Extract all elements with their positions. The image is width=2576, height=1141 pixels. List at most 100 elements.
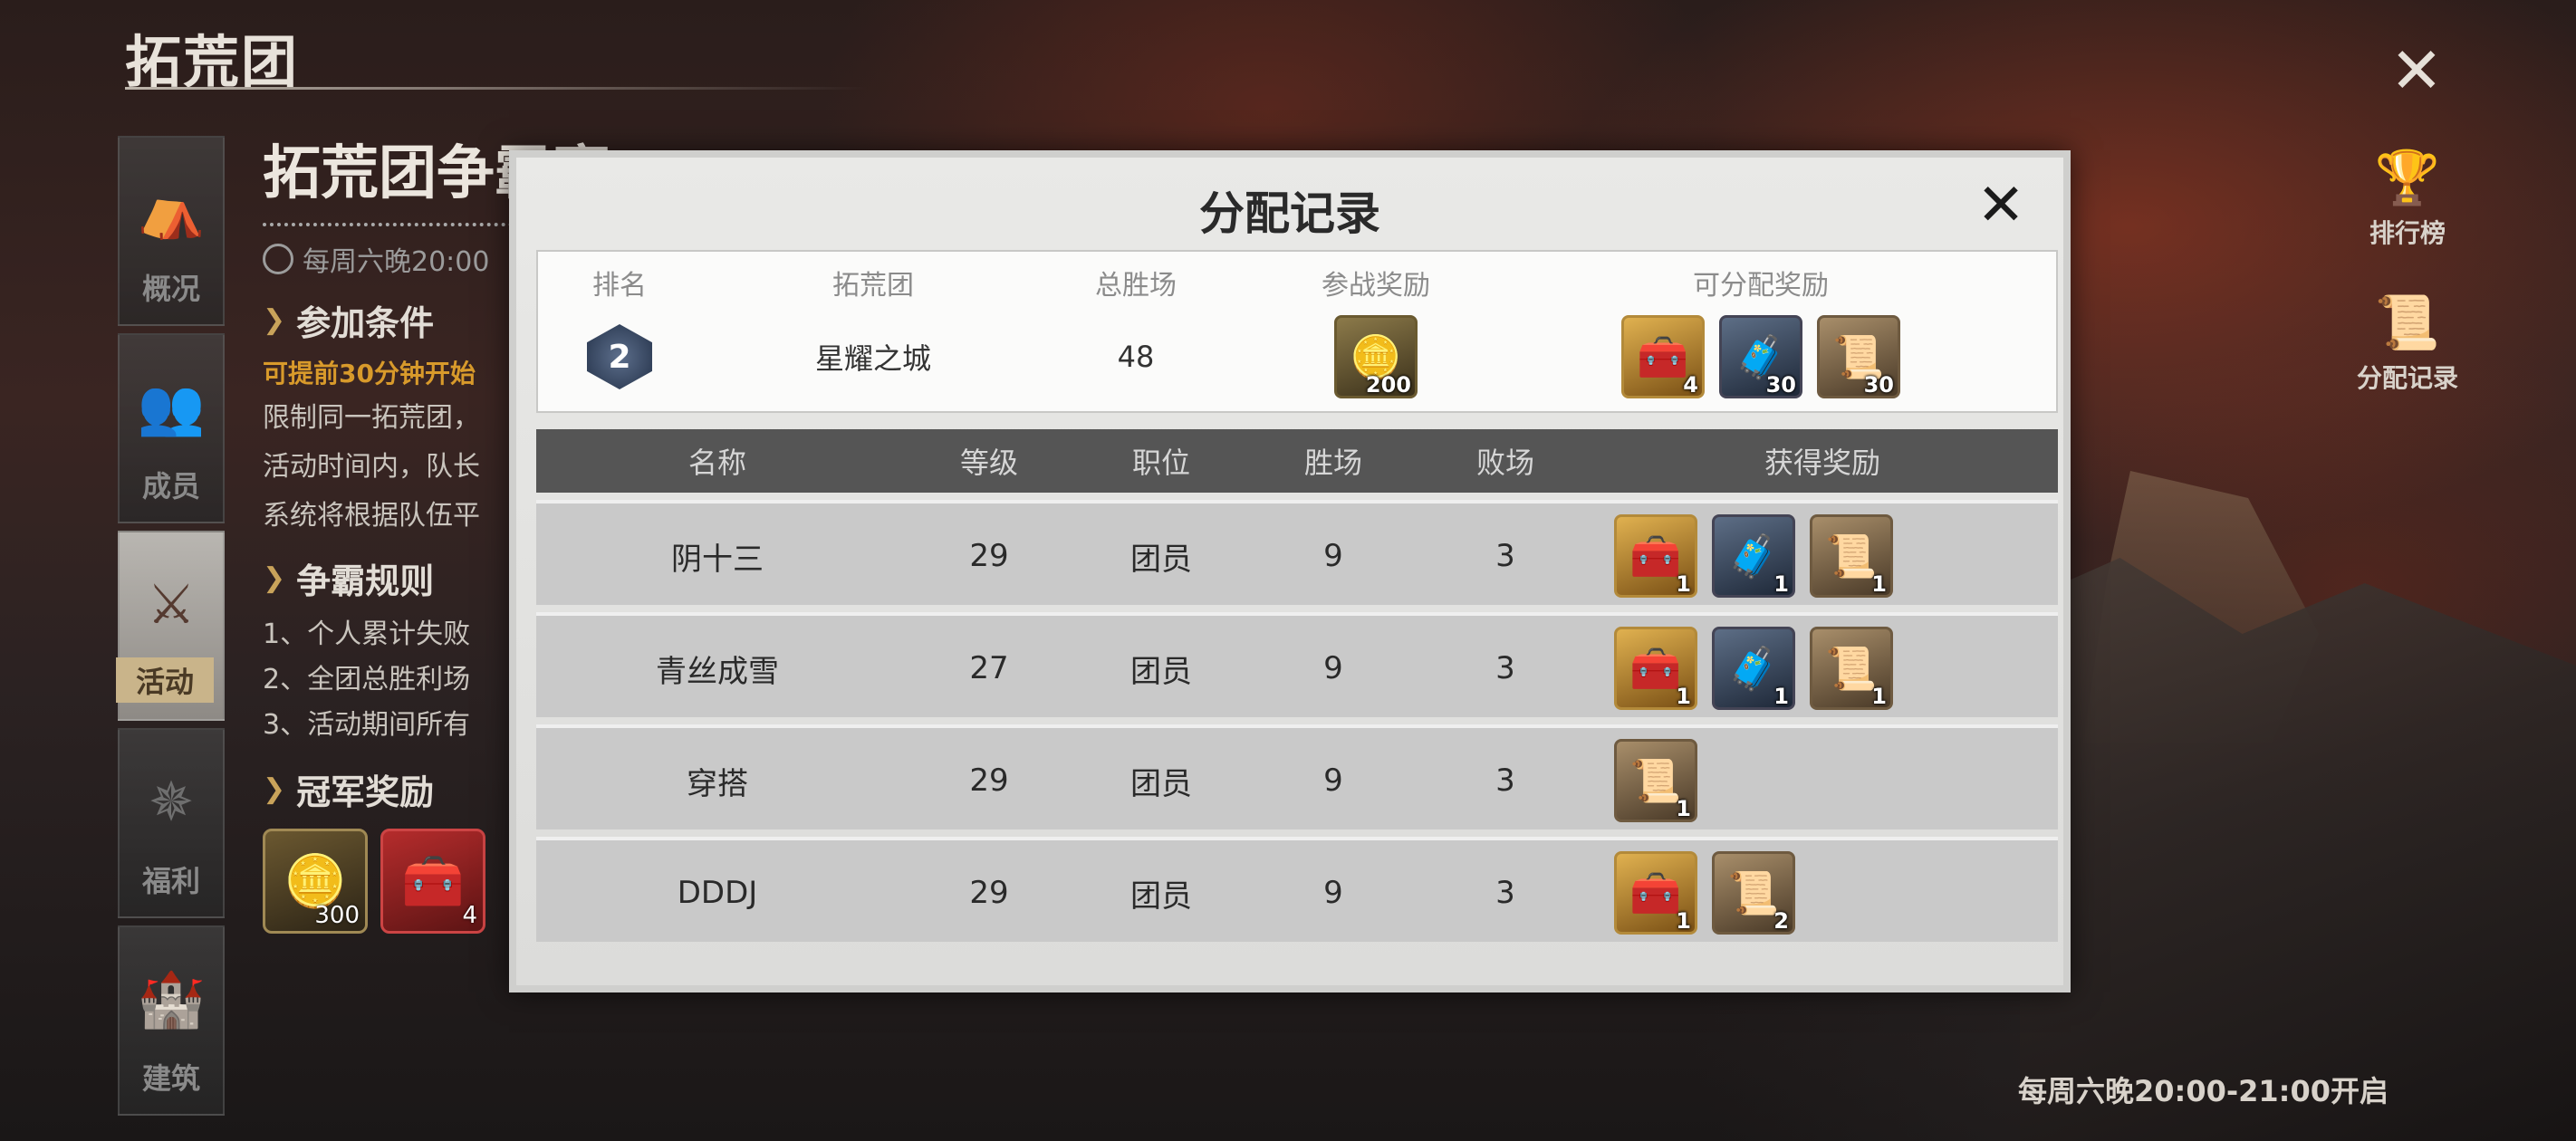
- tent-icon: ⛺: [137, 178, 206, 242]
- castle-icon: 🏰: [137, 968, 206, 1031]
- reward-count: 4: [462, 902, 477, 929]
- nav-item-2[interactable]: ⚔ 活动: [115, 531, 225, 721]
- cell-name: 阴十三: [671, 541, 764, 578]
- reward-count: 4: [1683, 372, 1698, 398]
- event-time-text: 每周六晚20:00: [303, 246, 490, 278]
- schedule-note: 每周六晚20:00-21:00开启: [2018, 1074, 2389, 1108]
- chevron-down-icon: ❯: [263, 773, 286, 805]
- scroll-icon-glyph: 📜: [1727, 868, 1780, 917]
- scroll-icon-glyph: 📜: [1825, 531, 1878, 580]
- scroll-icon[interactable]: 📜 30: [1817, 315, 1900, 398]
- cell-role: 团员: [1130, 765, 1192, 802]
- chevron-down-icon: ❯: [263, 304, 286, 336]
- scroll-icon[interactable]: 📜 1: [1810, 627, 1893, 710]
- cell-role: 团员: [1130, 877, 1192, 915]
- cell-losses: 3: [1495, 762, 1515, 799]
- scroll-icon[interactable]: 📜 1: [1810, 514, 1893, 598]
- summary-header-rank: 排名: [592, 270, 647, 302]
- col-level: 等级: [959, 446, 1018, 480]
- scroll-quill-icon: 📜: [2374, 291, 2441, 353]
- reward-count: 1: [1676, 796, 1691, 821]
- gold-chest-icon[interactable]: 🧰 4: [1621, 315, 1705, 398]
- reward-count: 30: [1863, 372, 1894, 398]
- nav-item-3[interactable]: ✵ 福利: [118, 728, 225, 918]
- col-name: 名称: [687, 446, 746, 480]
- reward-count: 1: [1676, 908, 1691, 934]
- page-title: 拓荒团: [125, 29, 300, 95]
- reward-count: 1: [1871, 571, 1887, 597]
- crossed-swords-close-icon[interactable]: ✕: [2382, 34, 2451, 108]
- table-row: 穿搭 29 团员 9 3 📜 1: [536, 724, 2058, 829]
- cell-level: 27: [969, 650, 1009, 686]
- records-table[interactable]: 阴十三 29 团员 9 3 🧰 1 🧳 1 📜 1 青丝成雪 27 团员 9 3 🧰 1 🧳 1 📜 1 穿搭 29 团员 9 3 📜…: [536, 500, 2058, 980]
- nav-item-0[interactable]: ⛺ 概况: [118, 136, 225, 326]
- gold-chest-icon-glyph: 🧰: [1629, 868, 1682, 917]
- cell-wins: 9: [1323, 538, 1343, 574]
- summary-header-distributable: 可分配奖励: [1693, 270, 1829, 302]
- gold-chest-icon-glyph: 🧰: [1629, 643, 1682, 693]
- records-label: 分配记录: [2356, 363, 2458, 393]
- scroll-icon-glyph: 📜: [1629, 755, 1682, 805]
- ranking-label: 排行榜: [2369, 218, 2446, 248]
- nav-item-1[interactable]: 👥 成员: [118, 333, 225, 523]
- compass-icon: ✵: [148, 771, 195, 834]
- reward-count: 200: [1365, 372, 1411, 398]
- team-summary: 排名 拓荒团 总胜场 参战奖励 可分配奖励 2 星耀之城 48 🪙 200 🧰 4 🧳…: [536, 250, 2058, 413]
- reward-count: 1: [1773, 684, 1789, 709]
- cell-losses: 3: [1495, 538, 1515, 574]
- nav-item-label: 建筑: [141, 1061, 200, 1096]
- title-underline: [125, 87, 868, 90]
- nav-item-4[interactable]: 🏰 建筑: [118, 925, 225, 1116]
- records-button[interactable]: 📜 分配记录: [2340, 290, 2475, 395]
- nav-item-label: 成员: [141, 469, 200, 503]
- summary-header-wins: 总胜场: [1095, 270, 1177, 302]
- red-chest-icon[interactable]: 🧰 4: [380, 829, 485, 934]
- reward-count: 1: [1676, 571, 1691, 597]
- iron-chest-icon[interactable]: 🧳 1: [1712, 627, 1795, 710]
- crossed-swords-icon: ⚔: [147, 573, 196, 637]
- reward-count: 1: [1676, 684, 1691, 709]
- col-wins: 胜场: [1303, 446, 1362, 480]
- nav-item-label: 概况: [141, 272, 200, 306]
- summary-row: 2 星耀之城 48 🪙 200 🧰 4 🧳 30 📜 30: [538, 312, 2056, 402]
- cell-wins: 9: [1323, 650, 1343, 686]
- table-row: DDDJ 29 团员 9 3 🧰 1 📜 2: [536, 837, 2058, 942]
- summary-header-battle-reward: 参战奖励: [1322, 270, 1430, 302]
- distributable-rewards: 🧰 4 🧳 30 📜 30: [1525, 312, 1996, 402]
- gold-chest-icon[interactable]: 🧰 1: [1614, 851, 1697, 935]
- team-name: 星耀之城: [814, 341, 931, 376]
- scroll-icon[interactable]: 📜 1: [1614, 739, 1697, 822]
- cell-role: 团员: [1130, 653, 1192, 690]
- ranking-button[interactable]: 🏆 排行榜: [2340, 145, 2475, 250]
- row-rewards: 🧰 1 📜 2: [1614, 840, 1795, 945]
- scroll-icon[interactable]: 📜 2: [1712, 851, 1795, 935]
- gold-chest-icon[interactable]: 🧰 1: [1614, 514, 1697, 598]
- coin-icon[interactable]: 🪙 200: [1334, 315, 1418, 398]
- scroll-icon-glyph: 📜: [1825, 643, 1878, 693]
- cell-level: 29: [969, 875, 1009, 911]
- col-rewards: 获得奖励: [1764, 446, 1880, 480]
- row-rewards: 📜 1: [1614, 728, 1697, 833]
- gold-chest-icon[interactable]: 🧰 1: [1614, 627, 1697, 710]
- table-row: 阴十三 29 团员 9 3 🧰 1 🧳 1 📜 1: [536, 500, 2058, 605]
- cell-name: 穿搭: [687, 765, 748, 802]
- reward-count: 1: [1871, 684, 1887, 709]
- cell-role: 团员: [1130, 541, 1192, 578]
- nav-item-label: 活动: [115, 657, 214, 703]
- reward-count: 1: [1773, 571, 1789, 597]
- iron-chest-icon-glyph: 🧳: [1727, 643, 1780, 693]
- left-nav: ⛺ 概况 👥 成员 ⚔ 活动 ✵ 福利 🏰 建筑: [115, 136, 225, 1123]
- crossed-swords-close-icon[interactable]: ✕: [1969, 172, 2033, 239]
- iron-chest-icon[interactable]: 🧳 30: [1719, 315, 1802, 398]
- clock-icon: [263, 244, 293, 274]
- gold-chest-icon-glyph: 🧰: [1629, 531, 1682, 580]
- cell-level: 29: [969, 762, 1009, 799]
- iron-chest-icon[interactable]: 🧳 1: [1712, 514, 1795, 598]
- total-wins: 48: [1117, 340, 1155, 374]
- summary-header-team: 拓荒团: [832, 270, 914, 302]
- battle-reward: 🪙 200: [1226, 312, 1525, 402]
- section-rewards-label: 冠军奖励: [296, 772, 435, 812]
- coin-icon[interactable]: 🪙 300: [263, 829, 368, 934]
- cell-name: DDDJ: [677, 875, 758, 911]
- cell-level: 29: [969, 538, 1009, 574]
